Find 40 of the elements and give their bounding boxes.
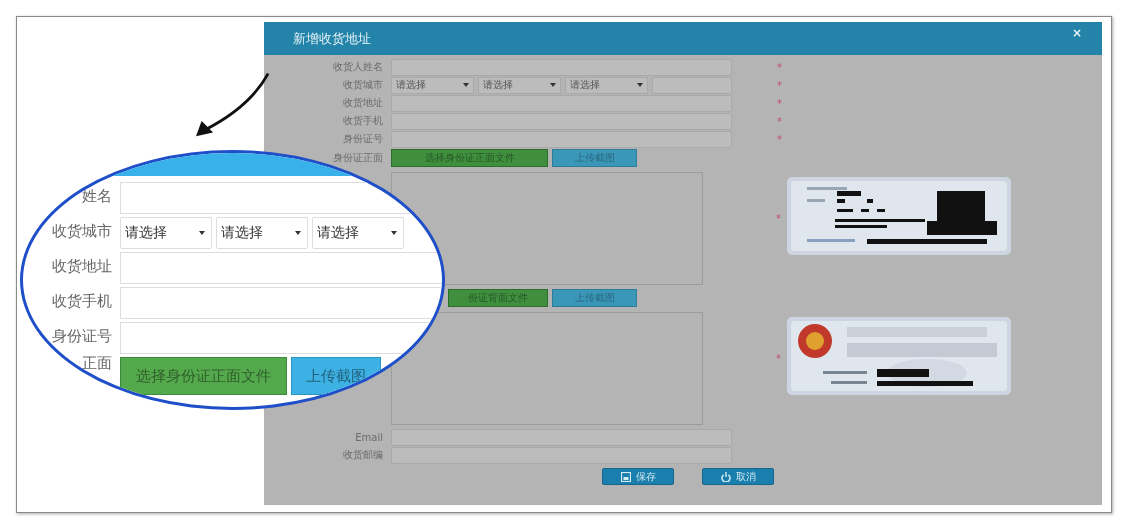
select-field[interactable]: 请选择 — [120, 217, 212, 249]
field-label: 正面 — [82, 354, 112, 372]
field-label: 姓名 — [82, 187, 112, 205]
required-mark: * — [777, 79, 782, 91]
save-icon — [620, 471, 631, 482]
caret-icon — [463, 83, 469, 87]
caret-icon — [637, 83, 643, 87]
required-mark: * — [777, 61, 782, 73]
select-field[interactable]: 请选择 — [216, 217, 308, 249]
field-label: 身份证号 — [52, 327, 112, 345]
field-label: 收货邮编 — [343, 449, 383, 460]
field-label: 收货手机 — [52, 292, 112, 310]
required-mark: * — [777, 115, 782, 127]
save-button[interactable]: 保存 — [602, 468, 674, 485]
close-button[interactable]: × — [1071, 26, 1082, 40]
caret-icon — [295, 231, 301, 235]
caret-icon — [550, 83, 556, 87]
required-mark: * — [776, 353, 781, 364]
field-label: 收货手机 — [343, 115, 383, 126]
choose-file-button[interactable]: 选择身份证正面文件 — [120, 357, 287, 395]
caret-icon — [199, 231, 205, 235]
caret-icon — [391, 231, 397, 235]
dialog-title: 新增收货地址 — [293, 29, 371, 48]
input-field[interactable] — [391, 130, 732, 148]
field-label: Email — [355, 431, 383, 443]
select-field[interactable]: 请选择 — [312, 217, 404, 249]
select-field[interactable]: 请选择 — [478, 76, 561, 94]
field-label: 收货城市 — [343, 79, 383, 90]
field-label: 收货人姓名 — [333, 61, 383, 72]
power-icon — [720, 471, 731, 482]
cancel-button[interactable]: 取消 — [702, 468, 774, 485]
select-field[interactable]: 请选择 — [565, 76, 648, 94]
required-mark: * — [776, 213, 781, 224]
select-field[interactable]: 请选择 — [391, 76, 474, 94]
required-mark: * — [777, 133, 782, 145]
field-label: 身份证正面 — [333, 151, 383, 163]
field-label: 身份证号 — [343, 133, 383, 144]
field-label: 收货地址 — [52, 257, 112, 275]
field-label: 收货城市 — [52, 222, 112, 240]
required-mark: * — [777, 97, 782, 109]
